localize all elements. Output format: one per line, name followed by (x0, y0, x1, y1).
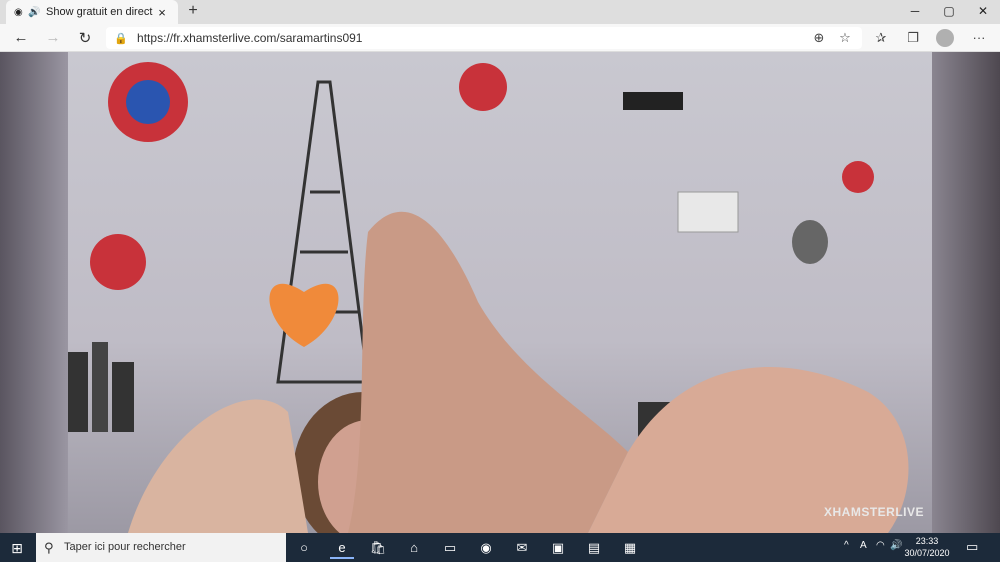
taskbar: ⊞ ⚲ Taper ici pour rechercher ○ e 🛍 ⌂ ▭ … (0, 533, 1000, 562)
start-button[interactable]: ⊞ (4, 537, 30, 559)
add-favorite-icon[interactable]: ☆ (836, 30, 854, 46)
address-toolbar: ← → ↻ 🔒 https://fr.xhamsterlive.com/sara… (0, 24, 1000, 52)
tab-close-icon[interactable]: × (154, 5, 170, 20)
notifications-icon[interactable]: ▭ (966, 539, 978, 555)
network-icon[interactable]: ◠ (876, 540, 885, 551)
reader-mode-icon[interactable]: ⊕ (810, 30, 828, 46)
clock-date: 30/07/2020 (904, 548, 950, 558)
video-frame-illustration (68, 62, 909, 533)
forward-button[interactable]: → (44, 29, 62, 46)
system-clock[interactable]: 23:33 30/07/2020 (902, 535, 952, 559)
address-bar[interactable]: 🔒 https://fr.xhamsterlive.com/saramartin… (106, 27, 862, 49)
minimize-button[interactable]: ─ (896, 0, 934, 24)
favorites-icon[interactable]: ✰ (872, 30, 890, 46)
tab-title: Show gratuit en direct par v (46, 6, 154, 18)
taskbar-search[interactable]: ⚲ Taper ici pour rechercher (36, 533, 286, 562)
back-button[interactable]: ← (12, 29, 30, 46)
refresh-button[interactable]: ↻ (76, 29, 94, 47)
more-menu-icon[interactable]: ··· (970, 30, 988, 45)
cortana-icon[interactable]: ○ (292, 537, 316, 559)
mail-icon[interactable]: ✉ (510, 537, 534, 559)
tray-chevron-icon[interactable]: ^ (844, 540, 849, 551)
firefox-icon[interactable]: ◉ (474, 537, 498, 559)
edge-browser-icon[interactable]: e (330, 537, 354, 559)
video-blur-left (0, 52, 68, 533)
video-blur-right (932, 52, 1000, 533)
search-placeholder: Taper ici pour rechercher (64, 541, 186, 553)
new-tab-button[interactable]: + (184, 2, 202, 20)
lock-icon: 🔒 (114, 33, 128, 45)
collections-icon[interactable]: ❐ (904, 30, 922, 46)
monitor-icon[interactable]: ▭ (438, 537, 462, 559)
maximize-button[interactable]: ▢ (930, 0, 968, 24)
app-window-icon[interactable]: ▦ (618, 537, 642, 559)
tab-bar: ◉ 🔊 Show gratuit en direct par v × + ─ ▢… (0, 0, 1000, 24)
clock-time: 23:33 (915, 536, 939, 546)
home-icon[interactable]: ⌂ (402, 537, 426, 559)
profile-avatar[interactable] (936, 29, 954, 47)
site-favicon-icon: ◉ (14, 6, 23, 18)
site-watermark: XHAMSTERLIVE (823, 505, 924, 519)
antivirus-icon[interactable]: A (860, 540, 867, 551)
search-icon: ⚲ (44, 540, 54, 555)
tab-active[interactable]: ◉ 🔊 Show gratuit en direct par v × (6, 0, 178, 24)
file-explorer-icon[interactable]: ▤ (582, 537, 606, 559)
web-content: XHAMSTERLIVE (0, 52, 1000, 533)
url-text: https://fr.xhamsterlive.com/saramartins0… (137, 31, 363, 45)
store-icon[interactable]: 🛍 (366, 537, 390, 559)
audio-playing-icon[interactable]: 🔊 (28, 7, 42, 18)
volume-icon[interactable]: 🔊 (890, 540, 902, 551)
video-stream[interactable]: XHAMSTERLIVE (68, 52, 932, 533)
close-window-button[interactable]: ✕ (964, 0, 1000, 24)
app-icon[interactable]: ▣ (546, 537, 570, 559)
